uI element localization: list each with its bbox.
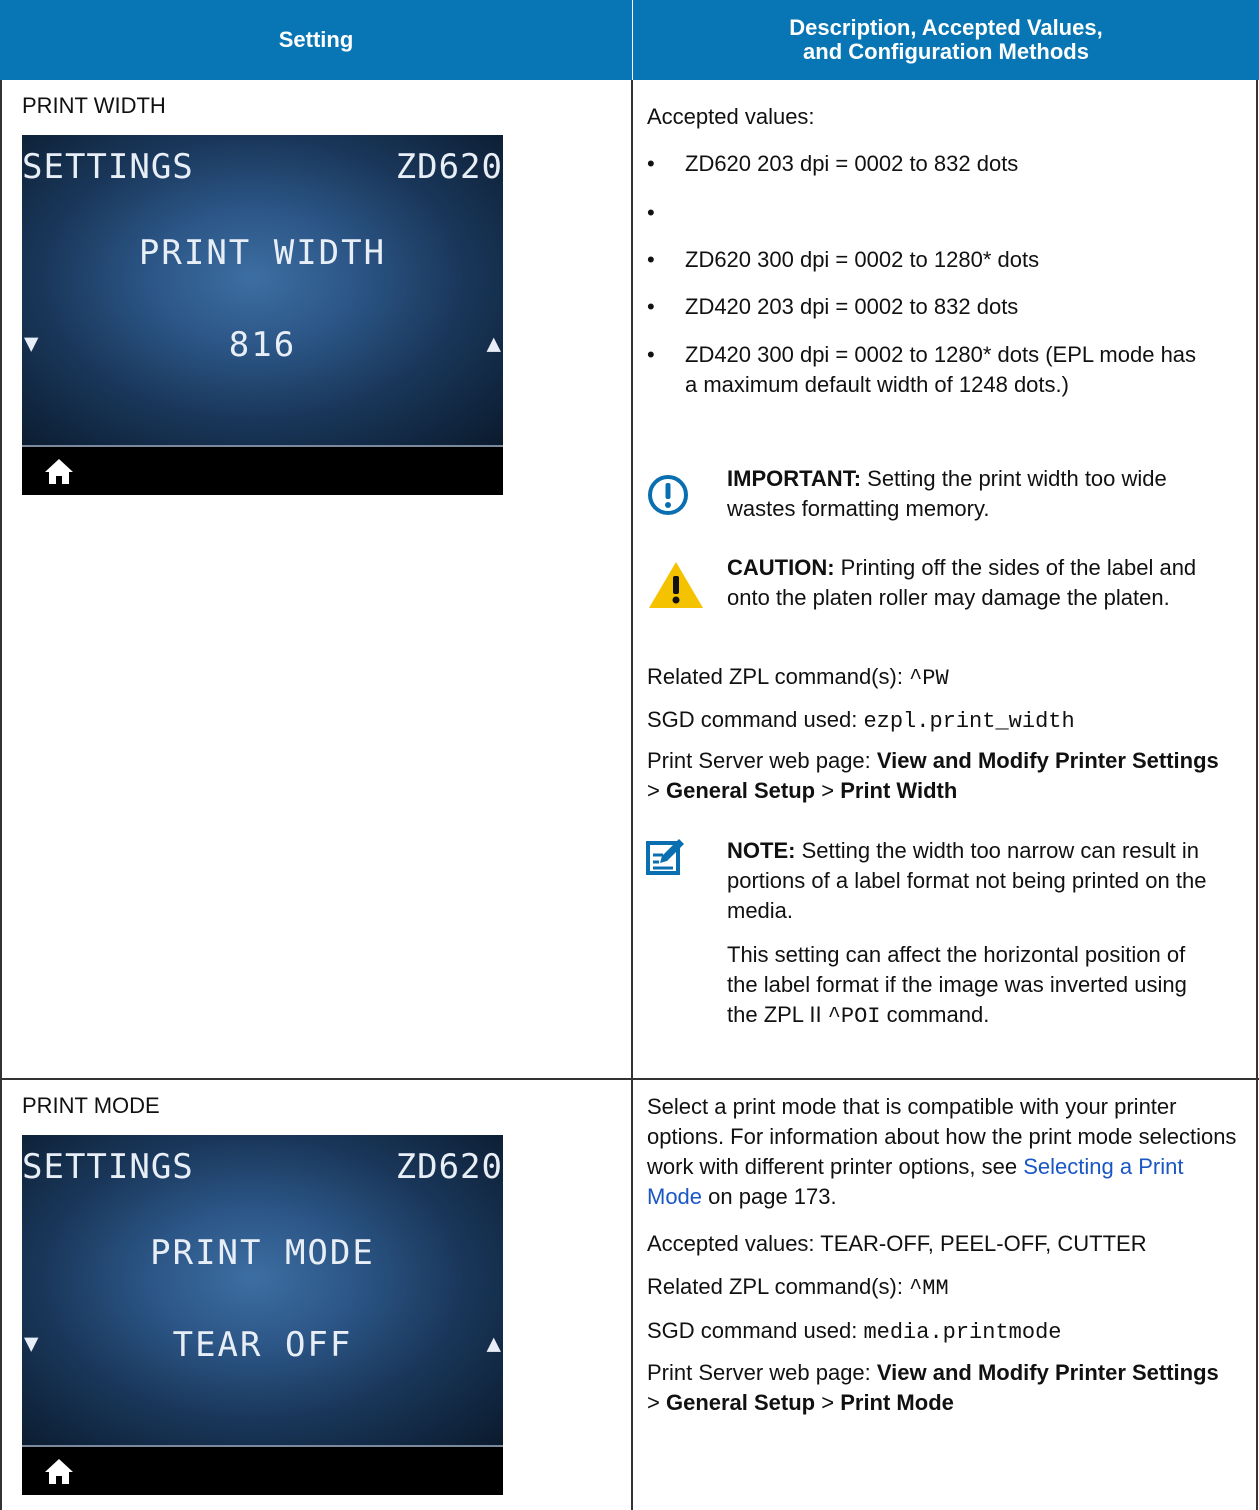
lcd-screen-print-width: SETTINGS ZD620 PRINT WIDTH 816 ▼ ▲ xyxy=(22,135,503,495)
caution-callout: CAUTION: Printing off the sides of the l… xyxy=(727,555,1197,610)
setting-name-print-width: PRINT WIDTH xyxy=(22,93,166,118)
lcd-bottom-bar xyxy=(22,447,503,495)
note-icon xyxy=(646,839,684,875)
important-icon xyxy=(648,475,688,515)
row-divider xyxy=(0,1078,1259,1080)
lcd-model-label: ZD620 xyxy=(395,1147,503,1187)
lcd-model-label: ZD620 xyxy=(395,147,503,187)
accepted-values-label: Accepted values: xyxy=(647,104,815,129)
lcd-setting-value: 816 xyxy=(228,325,297,365)
column-divider xyxy=(631,80,633,1510)
up-arrow-icon[interactable]: ▲ xyxy=(487,1329,501,1357)
note-callout-detail: This setting can affect the horizontal p… xyxy=(727,942,1187,1029)
up-arrow-icon[interactable]: ▲ xyxy=(487,329,501,357)
table-border xyxy=(1256,80,1258,1510)
lcd-setting-value: TEAR OFF xyxy=(172,1325,353,1365)
home-icon[interactable] xyxy=(44,1457,74,1485)
web-page-path: Print Server web page: View and Modify P… xyxy=(647,748,1219,803)
note-callout: NOTE: Setting the width too narrow can r… xyxy=(727,838,1207,923)
down-arrow-icon[interactable]: ▼ xyxy=(24,329,38,357)
down-arrow-icon[interactable]: ▼ xyxy=(24,1329,38,1357)
header-description: Description, Accepted Values, and Config… xyxy=(633,0,1259,80)
caution-icon xyxy=(649,562,703,608)
print-mode-intro: Select a print mode that is compatible w… xyxy=(647,1094,1237,1209)
settings-table: Setting Description, Accepted Values, an… xyxy=(0,0,1259,1510)
zpl-command: Related ZPL command(s): ^PW xyxy=(647,664,949,691)
sgd-command: SGD command used: ezpl.print_width xyxy=(647,707,1075,734)
sgd-command: SGD command used: media.printmode xyxy=(647,1318,1062,1345)
home-icon[interactable] xyxy=(44,457,74,485)
lcd-display: SETTINGS ZD620 PRINT MODE TEAR OFF ▼ ▲ xyxy=(22,1135,503,1447)
table-border xyxy=(0,80,2,1510)
lcd-bottom-bar xyxy=(22,1447,503,1495)
zpl-command: Related ZPL command(s): ^MM xyxy=(647,1274,949,1301)
lcd-screen-print-mode: SETTINGS ZD620 PRINT MODE TEAR OFF ▼ ▲ xyxy=(22,1135,503,1495)
web-page-path: Print Server web page: View and Modify P… xyxy=(647,1360,1219,1415)
lcd-display: SETTINGS ZD620 PRINT WIDTH 816 ▼ ▲ xyxy=(22,135,503,447)
lcd-setting-title: PRINT MODE xyxy=(150,1233,375,1273)
lcd-setting-title: PRINT WIDTH xyxy=(138,233,387,273)
accepted-values: Accepted values: TEAR-OFF, PEEL-OFF, CUT… xyxy=(647,1231,1147,1256)
header-setting: Setting xyxy=(0,0,632,80)
lcd-menu-label: SETTINGS xyxy=(22,147,194,187)
lcd-menu-label: SETTINGS xyxy=(22,1147,194,1187)
setting-name-print-mode: PRINT MODE xyxy=(22,1093,160,1118)
important-callout: IMPORTANT: Setting the print width too w… xyxy=(727,466,1167,521)
